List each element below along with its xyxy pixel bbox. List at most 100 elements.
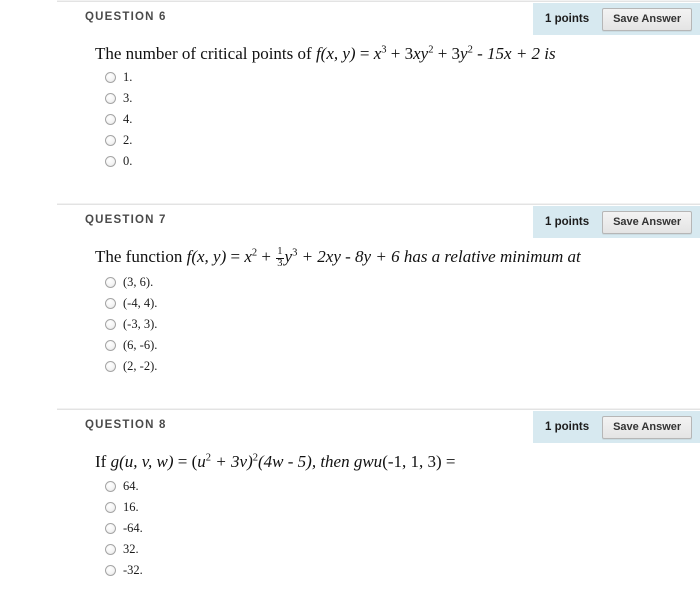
question-body-8: If g(u, v, w) = (u2 + 3v)2(4w - 5), then…	[0, 443, 700, 580]
option-row[interactable]: 0.	[105, 151, 700, 172]
q8-fn2: gwu	[353, 452, 383, 472]
q7-args: (x, y)	[191, 247, 227, 267]
question-text-6: The number of critical points of f(x, y)…	[95, 43, 700, 64]
q8-tail: (-1, 1, 3) =	[382, 452, 456, 472]
question-text-7: The function f(x, y) = x2 + 1 3 y3 + 2xy -…	[95, 246, 700, 269]
option-label: 32.	[123, 541, 139, 556]
radio-button-icon[interactable]	[105, 135, 116, 147]
save-answer-button-8[interactable]: Save Answer	[602, 415, 693, 439]
option-row[interactable]: 16.	[105, 497, 700, 518]
question-toolbar-8: 1 points Save Answer	[533, 411, 700, 444]
q8-op1: + 3v)	[211, 452, 253, 472]
q7-tail: + 2xy - 8y + 6 has a relative minimum at	[297, 247, 581, 267]
q8-fn: g	[110, 452, 120, 472]
q8-lead: If	[95, 452, 111, 472]
points-label-7: 1 points	[545, 216, 590, 229]
option-label: 2.	[123, 133, 133, 148]
q6-args: (x, y)	[320, 44, 356, 63]
radio-button-icon[interactable]	[105, 114, 116, 126]
question-body-6: The number of critical points of f(x, y)…	[0, 35, 700, 172]
question-header-8: QUESTION 8 1 points Save Answer	[0, 410, 700, 444]
option-row[interactable]: (-3, 3).	[105, 314, 700, 335]
q6-eq: =	[355, 44, 374, 63]
points-label-8: 1 points	[545, 421, 590, 434]
option-label: 64.	[123, 478, 139, 493]
points-label-6: 1 points	[545, 13, 590, 25]
radio-button-icon[interactable]	[105, 72, 116, 84]
fraction-denominator: 3	[277, 257, 283, 269]
option-label: 16.	[123, 499, 139, 514]
option-label: 1.	[123, 70, 133, 85]
radio-button-icon[interactable]	[105, 543, 116, 555]
option-row[interactable]: 1.	[105, 67, 700, 88]
question-heading-6: QUESTION 6	[85, 11, 167, 23]
question-toolbar-7: 1 points Save Answer	[533, 206, 700, 239]
option-label: (2, -2).	[123, 359, 158, 374]
q6-base2: xy	[413, 44, 429, 63]
radio-button-icon[interactable]	[105, 340, 116, 352]
question-text-8: If g(u, v, w) = (u2 + 3v)2(4w - 5), then…	[95, 451, 700, 472]
option-row[interactable]: 32.	[105, 539, 700, 560]
option-row[interactable]: 4.	[105, 109, 700, 130]
option-row[interactable]: 2.	[105, 130, 700, 151]
q6-op1: + 3	[386, 44, 414, 63]
option-row[interactable]: 64.	[105, 476, 700, 497]
question-heading-8: QUESTION 8	[85, 419, 167, 432]
answer-options-6: 1. 3. 4. 2. 0.	[95, 67, 700, 172]
radio-button-icon[interactable]	[105, 361, 116, 373]
q6-base3: y	[460, 44, 468, 63]
fraction-one-third: 13	[276, 245, 284, 270]
option-row[interactable]: (3, 6).	[105, 272, 700, 293]
option-label: (6, -6).	[123, 338, 158, 353]
q6-tail: - 15x + 2 is	[472, 44, 556, 63]
q7-lead: The function	[95, 247, 187, 267]
option-row[interactable]: 3.	[105, 88, 700, 109]
q7-base1: x	[244, 247, 252, 267]
radio-button-icon[interactable]	[105, 156, 116, 168]
option-row[interactable]: -32.	[105, 560, 700, 581]
question-block-7: QUESTION 7 1 points Save Answer The func…	[0, 203, 700, 377]
question-header-7: QUESTION 7 1 points Save Answer	[0, 205, 700, 239]
option-label: (3, 6).	[123, 275, 154, 290]
radio-button-icon[interactable]	[105, 277, 116, 289]
radio-button-icon[interactable]	[105, 298, 116, 310]
radio-button-icon[interactable]	[105, 319, 116, 331]
option-label: 4.	[123, 112, 133, 127]
option-label: (-4, 4).	[123, 296, 158, 311]
q8-mid: (4w - 5), then	[258, 452, 354, 472]
radio-button-icon[interactable]	[105, 501, 116, 513]
option-row[interactable]: -64.	[105, 518, 700, 539]
option-label: (-3, 3).	[123, 317, 158, 332]
q7-base2: y	[284, 247, 293, 267]
option-label: 3.	[123, 91, 133, 106]
question-toolbar-6: 1 points Save Answer	[533, 3, 700, 35]
option-label: -32.	[123, 562, 143, 577]
radio-button-icon[interactable]	[105, 480, 116, 492]
question-heading-7: QUESTION 7	[85, 214, 167, 227]
question-header-6: QUESTION 6 1 points Save Answer	[0, 2, 700, 35]
radio-button-icon[interactable]	[105, 522, 116, 534]
option-label: -64.	[123, 520, 143, 535]
q8-eq: = (	[173, 452, 198, 472]
assessment-page: QUESTION 6 1 points Save Answer The numb…	[0, 0, 700, 604]
answer-options-7: (3, 6). (-4, 4). (-3, 3). (6, -6). (2, -…	[95, 272, 700, 377]
option-row[interactable]: (6, -6).	[105, 335, 700, 356]
save-answer-button-6[interactable]: Save Answer	[602, 7, 693, 31]
q6-lead: The number of critical points of	[95, 44, 316, 63]
q8-base1: u	[197, 452, 206, 472]
q8-args: (u, v, w)	[119, 452, 174, 472]
q7-eq: =	[226, 247, 245, 267]
option-row[interactable]: (2, -2).	[105, 356, 700, 377]
save-answer-button-7[interactable]: Save Answer	[602, 210, 693, 234]
fraction-numerator: 1	[276, 245, 284, 259]
radio-button-icon[interactable]	[105, 93, 116, 105]
question-block-8: QUESTION 8 1 points Save Answer If g(u, …	[0, 408, 700, 580]
option-row[interactable]: (-4, 4).	[105, 293, 700, 314]
answer-options-8: 64. 16. -64. 32. -32.	[95, 476, 700, 581]
question-body-7: The function f(x, y) = x2 + 1 3 y3 + 2xy -…	[0, 238, 700, 377]
question-block-6: QUESTION 6 1 points Save Answer The numb…	[0, 0, 700, 172]
q6-op2: + 3	[433, 44, 461, 63]
radio-button-icon[interactable]	[105, 564, 116, 576]
